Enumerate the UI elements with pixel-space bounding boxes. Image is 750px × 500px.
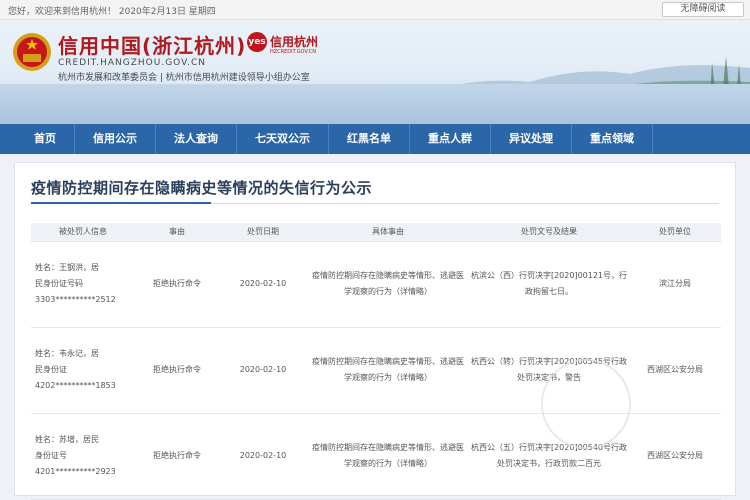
person-id-label: 身份证号 <box>35 451 67 460</box>
column-header: 被处罚人信息 <box>31 223 135 242</box>
person-info-cell: 姓名：苏增，居民 身份证号 4201**********2923 <box>31 413 135 500</box>
credit-hangzhou-logo-icon: yes <box>247 32 267 52</box>
content-panel: 疫情防控期间存在隐瞒病史等情况的失信行为公示 被处罚人信息 事由 处罚日期 具体… <box>14 162 736 500</box>
accessibility-button[interactable]: 无障碍阅读 <box>662 2 744 17</box>
column-header: 处罚日期 <box>219 223 307 242</box>
person-info-cell: 姓名：王钢洪，居 民身份证号码 3303**********2512 <box>31 241 135 328</box>
detail-text: 学观察的行为 <box>344 373 392 382</box>
nav-item-objection[interactable]: 异议处理 <box>491 124 572 154</box>
column-header: 具体事由 <box>307 223 469 242</box>
lake-water <box>0 84 750 124</box>
table-row: 姓名：王钢洪，居 民身份证号码 3303**********2512 拒绝执行命… <box>31 241 721 328</box>
result-text: 处罚决定书，行政罚款二百元 <box>497 459 601 468</box>
page-title: 疫情防控期间存在隐瞒病史等情况的失信行为公示 <box>31 179 373 197</box>
top-bar: 您好，欢迎来到信用杭州！ 2020年2月13日 星期四 无障碍阅读 <box>0 0 750 20</box>
person-id: 4202**********1853 <box>35 381 116 390</box>
table-header-row: 被处罚人信息 事由 处罚日期 具体事由 处罚文号及结果 处罚单位 <box>31 223 721 242</box>
reason-cell: 拒绝执行命令 <box>135 413 219 500</box>
detail-cell: 疫情防控期间存在隐瞒病史等情形、逃避医 学观察的行为（详情略） <box>307 241 469 328</box>
organizer-line: 杭州市发展和改革委员会 | 杭州市信用杭州建设领导小组办公室 <box>58 73 310 83</box>
date-cell: 2020-02-10 <box>219 327 307 414</box>
column-header: 处罚单位 <box>629 223 721 242</box>
result-text: 政拘留七日。 <box>525 287 573 296</box>
person-name: 姓名：苏增，居民 <box>35 435 99 444</box>
greeting-text: 您好，欢迎来到信用杭州！ 2020年2月13日 星期四 <box>8 7 216 17</box>
unit-cell: 西湖区公安分局 <box>629 327 721 414</box>
detail-cell: 疫情防控期间存在隐瞒病史等情形、逃避医 学观察的行为（详情略） <box>307 327 469 414</box>
person-name: 姓名：韦永记，居 <box>35 349 99 358</box>
detail-text: 疫情防控期间存在隐瞒病史等情形、逃避医 <box>312 443 464 452</box>
main-nav: 首页 信用公示 法人查询 七天双公示 红黑名单 重点人群 异议处理 重点领域 <box>0 124 750 154</box>
person-id: 3303**********2512 <box>35 295 116 304</box>
person-id: 4201**********2923 <box>35 467 116 476</box>
nav-item-key-areas[interactable]: 重点领域 <box>572 124 653 154</box>
person-info-cell: 姓名：韦永记，居 民身份证 4202**********1853 <box>31 327 135 414</box>
date-cell: 2020-02-10 <box>219 241 307 328</box>
column-header: 处罚文号及结果 <box>469 223 629 242</box>
date-cell: 2020-02-10 <box>219 413 307 500</box>
detail-cell: 疫情防控期间存在隐瞒病史等情形、逃避医 学观察的行为（详情略） <box>307 413 469 500</box>
nav-item-credit-public[interactable]: 信用公示 <box>75 124 156 154</box>
site-header: 信用中国(浙江杭州) yes 信用杭州 HZCREDIT.GOV.CN CRED… <box>0 20 750 124</box>
column-header: 事由 <box>135 223 219 242</box>
result-cell: 杭滨公（西）行罚决字[2020]00121号，行 政拘留七日。 <box>469 241 629 328</box>
reason-cell: 拒绝执行命令 <box>135 327 219 414</box>
detail-text: 学观察的行为 <box>344 459 392 468</box>
person-id-label: 民身份证号码 <box>35 279 83 288</box>
unit-cell: 滨江分局 <box>629 241 721 328</box>
nav-item-key-groups[interactable]: 重点人群 <box>410 124 491 154</box>
disciplinary-table: 被处罚人信息 事由 处罚日期 具体事由 处罚文号及结果 处罚单位 姓名：王钢洪，… <box>31 223 721 500</box>
nav-item-red-black-list[interactable]: 红黑名单 <box>329 124 410 154</box>
national-emblem-icon <box>13 33 51 71</box>
person-id-label: 民身份证 <box>35 365 67 374</box>
nav-item-legal-person-query[interactable]: 法人查询 <box>156 124 237 154</box>
reason-cell: 拒绝执行命令 <box>135 241 219 328</box>
result-text: 杭滨公（西）行罚决字[2020]00121号，行 <box>470 271 628 280</box>
detail-link[interactable]: （详情略） <box>392 459 432 468</box>
credit-hangzhou-logo-text: 信用杭州 <box>270 35 319 49</box>
site-title[interactable]: 信用中国(浙江杭州) <box>58 30 246 59</box>
detail-link[interactable]: （详情略） <box>392 287 432 296</box>
watermark-seal <box>541 359 631 449</box>
detail-link[interactable]: （详情略） <box>392 373 432 382</box>
unit-cell: 西湖区公安分局 <box>629 413 721 500</box>
title-accent-bar <box>31 202 211 204</box>
nav-item-seven-day-publicity[interactable]: 七天双公示 <box>237 124 329 154</box>
detail-text: 学观察的行为 <box>344 287 392 296</box>
credit-hangzhou-logo-url: HZCREDIT.GOV.CN <box>270 49 317 55</box>
detail-text: 疫情防控期间存在隐瞒病史等情形、逃避医 <box>312 357 464 366</box>
detail-text: 疫情防控期间存在隐瞒病史等情形、逃避医 <box>312 271 464 280</box>
nav-item-home[interactable]: 首页 <box>0 124 75 154</box>
person-name: 姓名：王钢洪，居 <box>35 263 99 272</box>
site-domain: CREDIT.HANGZHOU.GOV.CN <box>58 58 206 68</box>
